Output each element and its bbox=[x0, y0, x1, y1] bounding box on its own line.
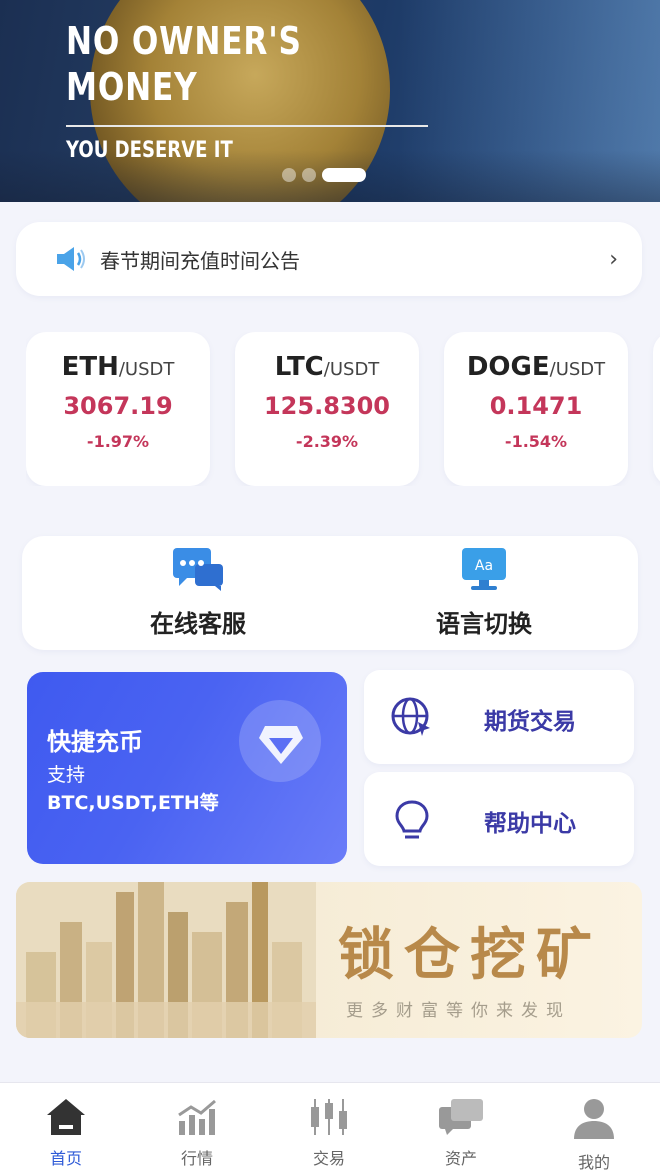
user-icon bbox=[574, 1099, 614, 1139]
deposit-support-label: 支持 bbox=[47, 764, 86, 786]
city-skyline-image bbox=[16, 882, 316, 1038]
carousel-dot-active[interactable] bbox=[322, 168, 366, 182]
ticker-card-partial[interactable] bbox=[653, 332, 660, 486]
deposit-title: 快捷充币 bbox=[47, 728, 143, 756]
carousel-indicator bbox=[282, 168, 366, 182]
ticker-card-doge[interactable]: DOGE/USDT 0.1471 -1.54% bbox=[444, 332, 628, 486]
ticker-price: 125.8300 bbox=[263, 392, 390, 420]
language-switch-button[interactable]: Aa 语言切换 bbox=[384, 546, 584, 639]
banner-title: NO OWNER'S MONEY bbox=[66, 19, 302, 109]
carousel-dot[interactable] bbox=[282, 168, 296, 182]
mining-title: 锁仓挖矿 bbox=[338, 923, 602, 988]
tab-home[interactable]: 首页 bbox=[21, 1097, 111, 1169]
globe-icon bbox=[391, 697, 430, 736]
svg-text:Aa: Aa bbox=[475, 558, 493, 574]
announcement-text: 春节期间充值时间公告 bbox=[100, 248, 300, 273]
speaker-icon bbox=[57, 247, 85, 271]
language-switch-label: 语言切换 bbox=[436, 610, 532, 638]
tab-label: 资产 bbox=[444, 1149, 477, 1168]
tab-label: 首页 bbox=[49, 1149, 82, 1168]
ticker-change: -1.54% bbox=[504, 432, 568, 451]
banner-divider bbox=[66, 125, 428, 127]
ticker-card-eth[interactable]: ETH/USDT 3067.19 -1.97% bbox=[26, 332, 210, 486]
ticker-price: 3067.19 bbox=[63, 392, 173, 420]
online-support-label: 在线客服 bbox=[150, 610, 246, 638]
gem-icon bbox=[259, 726, 303, 764]
help-center-label: 帮助中心 bbox=[484, 811, 576, 837]
bottom-tab-bar: 首页 行情 交易 资产 我的 bbox=[0, 1082, 660, 1170]
banner-subtitle: YOU DESERVE IT bbox=[66, 138, 233, 163]
tab-label: 交易 bbox=[312, 1149, 345, 1168]
tab-assets[interactable]: 资产 bbox=[416, 1097, 506, 1169]
quick-links: 在线客服 Aa 语言切换 bbox=[22, 536, 638, 650]
chart-icon bbox=[178, 1099, 216, 1135]
help-center-button[interactable]: 帮助中心 bbox=[364, 772, 634, 866]
mining-subtitle: 更多财富等你来发现 bbox=[346, 1001, 571, 1021]
lock-mining-banner[interactable]: 锁仓挖矿 更多财富等你来发现 bbox=[16, 882, 642, 1038]
ticker-change: -2.39% bbox=[295, 432, 359, 451]
announcement-bar[interactable]: 春节期间充值时间公告 › bbox=[16, 222, 642, 296]
translate-monitor-icon: Aa bbox=[462, 548, 506, 590]
tab-label: 我的 bbox=[577, 1153, 610, 1170]
ticker-card-ltc[interactable]: LTC/USDT 125.8300 -2.39% bbox=[235, 332, 419, 486]
ticker-pair: ETH/USDT bbox=[61, 352, 175, 382]
hero-banner[interactable]: NO OWNER'S MONEY YOU DESERVE IT bbox=[0, 0, 660, 202]
futures-trading-label: 期货交易 bbox=[484, 709, 576, 735]
carousel-dot[interactable] bbox=[302, 168, 316, 182]
candlestick-icon bbox=[311, 1099, 347, 1135]
lightbulb-icon bbox=[395, 800, 429, 839]
futures-trading-button[interactable]: 期货交易 bbox=[364, 670, 634, 764]
ticker-pair: DOGE/USDT bbox=[466, 352, 606, 382]
deposit-coins-label: BTC,USDT,ETH等 bbox=[47, 792, 219, 814]
ticker-pair: LTC/USDT bbox=[274, 352, 380, 382]
quick-deposit-card[interactable]: 快捷充币 支持 BTC,USDT,ETH等 bbox=[27, 672, 347, 864]
wallet-icon bbox=[439, 1099, 483, 1135]
chat-bubble-icon bbox=[173, 548, 223, 591]
tab-market[interactable]: 行情 bbox=[152, 1097, 242, 1169]
tab-trade[interactable]: 交易 bbox=[284, 1097, 374, 1169]
ticker-row: ETH/USDT 3067.19 -1.97% LTC/USDT 125.830… bbox=[26, 332, 660, 486]
home-icon bbox=[47, 1099, 85, 1135]
chevron-right-icon: › bbox=[609, 246, 618, 272]
online-support-button[interactable]: 在线客服 bbox=[98, 546, 298, 639]
tab-profile[interactable]: 我的 bbox=[549, 1097, 639, 1170]
ticker-change: -1.97% bbox=[86, 432, 150, 451]
ticker-price: 0.1471 bbox=[489, 392, 583, 420]
tab-label: 行情 bbox=[180, 1149, 213, 1168]
